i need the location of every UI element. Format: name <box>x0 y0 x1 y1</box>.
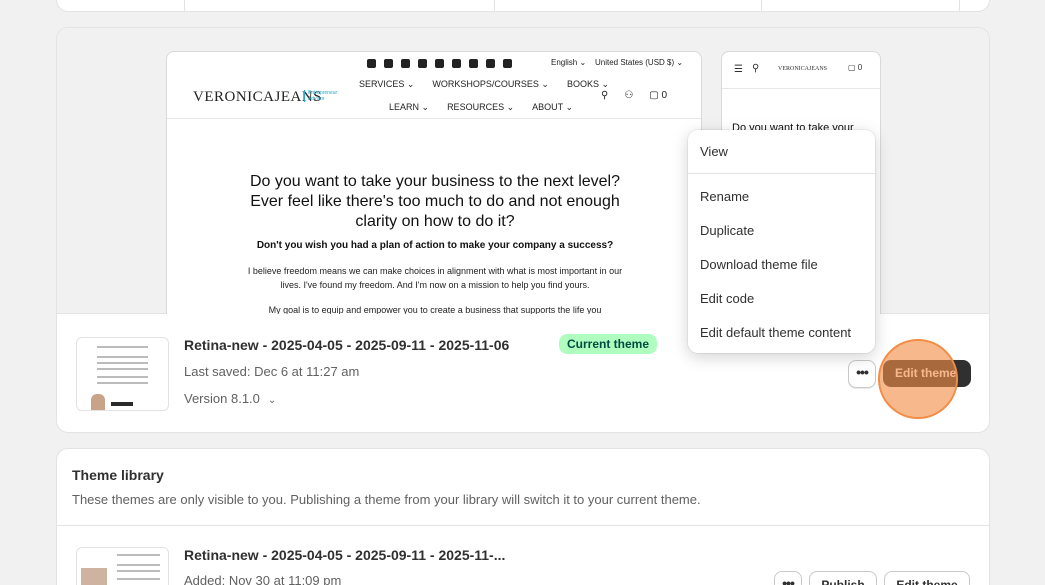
column-divider <box>959 0 960 11</box>
cart-icon: ▢ 0 <box>649 90 668 101</box>
preview-body-text-2: My goal is to equip and empower you to c… <box>268 305 602 314</box>
account-icon: ⚇ <box>624 90 634 101</box>
store-logo-tagline: Entrepreneur Advisor <box>304 90 338 102</box>
thumbnail-image <box>91 394 105 410</box>
theme-actions-menu: View Rename Duplicate Download theme fil… <box>688 130 875 353</box>
themes-summary-card <box>56 0 990 12</box>
thumbnail-line <box>117 554 160 556</box>
thumbnail-line <box>97 382 148 384</box>
social-icons <box>367 59 512 68</box>
store-logo: VERONICAJEANS <box>778 66 828 72</box>
library-edit-theme-button[interactable]: Edit theme <box>884 571 970 585</box>
medium-icon <box>435 59 444 68</box>
pinterest-icon <box>469 59 478 68</box>
youtube-icon <box>503 59 512 68</box>
theme-thumbnail <box>76 337 169 411</box>
more-actions-button[interactable]: ••• <box>848 360 876 388</box>
edit-theme-button[interactable]: Edit theme <box>883 360 971 387</box>
column-divider <box>184 0 185 11</box>
desktop-preview[interactable]: English ⌄ United States (USD $) ⌄ VERONI… <box>166 51 702 314</box>
messenger-icon <box>452 59 461 68</box>
preview-header-icons: ⚲ ⚇ ▢ 0 <box>601 90 667 101</box>
preview-subheadline: Don't you wish you had a plan of action … <box>256 240 614 251</box>
thumbnail-image <box>81 568 107 585</box>
current-theme-badge: Current theme <box>559 334 658 354</box>
linkedin-icon <box>418 59 427 68</box>
version-label: Version 8.1.0 <box>184 391 260 406</box>
theme-library-card: Theme library These themes are only visi… <box>56 448 990 585</box>
instagram-icon <box>401 59 410 68</box>
mail-icon <box>367 59 376 68</box>
thumbnail-line <box>97 356 148 358</box>
menu-item-edit-code[interactable]: Edit code <box>700 291 754 306</box>
column-divider <box>494 0 495 11</box>
preview-body-text: I believe freedom means we can make choi… <box>247 266 623 290</box>
menu-separator <box>688 173 875 174</box>
theme-library-title: Theme library <box>72 467 164 483</box>
nav-item: WORKSHOPS/COURSES ⌄ <box>432 79 549 89</box>
facebook-icon <box>384 59 393 68</box>
library-theme-added: Added: Nov 30 at 11:09 pm <box>184 573 342 585</box>
nav-item: BOOKS ⌄ <box>566 79 610 89</box>
theme-library-description: These themes are only visible to you. Pu… <box>72 492 701 507</box>
menu-item-edit-default-theme-content[interactable]: Edit default theme content <box>700 325 851 340</box>
column-divider <box>761 0 762 11</box>
cart-icon: ▢ 0 <box>848 63 863 72</box>
search-icon: ⚲ <box>752 63 760 74</box>
cart-count: 0 <box>661 90 668 101</box>
hamburger-menu-icon: ☰ <box>734 64 743 75</box>
thumbnail-line <box>117 564 160 566</box>
search-icon: ⚲ <box>601 90 609 101</box>
thumbnail-button <box>111 402 133 406</box>
thumbnail-line <box>97 376 148 378</box>
menu-item-duplicate[interactable]: Duplicate <box>700 223 754 238</box>
nav-item: RESOURCES ⌄ <box>447 102 515 112</box>
thumbnail-line <box>97 346 148 348</box>
header-divider <box>722 88 880 89</box>
preview-nav-row1: SERVICES ⌄ WORKSHOPS/COURSES ⌄ BOOKS ⌄ <box>359 79 609 90</box>
thumbnail-line <box>117 570 160 572</box>
section-divider <box>57 525 989 526</box>
preview-headline: Do you want to take your business to the… <box>250 173 620 230</box>
nav-item: LEARN ⌄ <box>389 102 430 112</box>
thumbnail-line <box>97 368 148 370</box>
theme-thumbnail <box>76 547 169 585</box>
version-selector[interactable]: Version 8.1.0 ⌄ <box>184 391 276 406</box>
header-divider <box>167 118 701 119</box>
library-more-actions-button[interactable]: ••• <box>774 571 802 585</box>
thumbnail-line <box>97 362 148 364</box>
chevron-down-icon: ⌄ <box>267 395 277 406</box>
nav-item: SERVICES ⌄ <box>359 79 415 89</box>
preview-nav-row2: LEARN ⌄ RESOURCES ⌄ ABOUT ⌄ <box>389 102 573 113</box>
menu-item-download-theme-file[interactable]: Download theme file <box>700 257 818 272</box>
x-icon <box>486 59 495 68</box>
menu-item-rename[interactable]: Rename <box>700 189 749 204</box>
last-saved-text: Last saved: Dec 6 at 11:27 am <box>184 364 360 379</box>
menu-item-view[interactable]: View <box>700 144 728 159</box>
cart-count: 0 <box>857 63 863 72</box>
nav-item: ABOUT ⌄ <box>532 102 574 112</box>
thumbnail-line <box>117 578 160 580</box>
current-theme-name: Retina-new - 2025-04-05 - 2025-09-11 - 2… <box>184 337 510 353</box>
store-logo: VERONICAJEANS <box>193 89 323 105</box>
language-selector: English ⌄ <box>551 58 587 67</box>
currency-selector: United States (USD $) ⌄ <box>595 58 684 67</box>
preview-topbar: English ⌄ United States (USD $) ⌄ <box>167 57 701 71</box>
publish-button[interactable]: Publish <box>809 571 877 585</box>
library-theme-name: Retina-new - 2025-04-05 - 2025-09-11 - 2… <box>184 547 506 563</box>
